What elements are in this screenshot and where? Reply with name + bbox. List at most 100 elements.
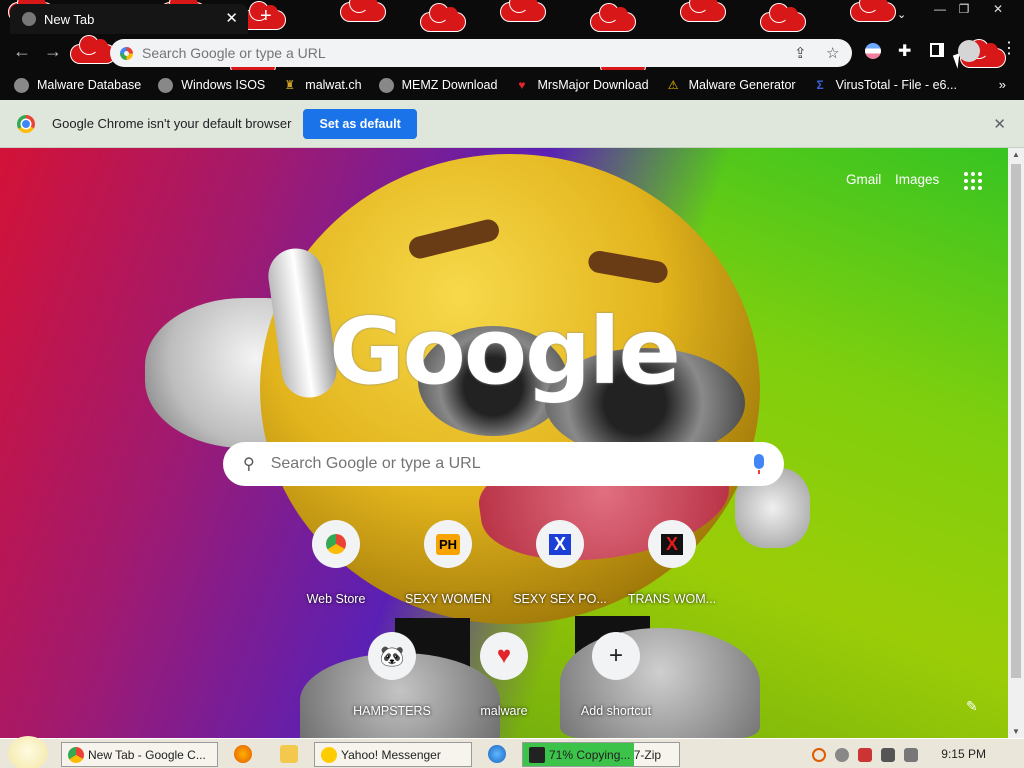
bookmark-malwatch[interactable]: ♜ malwat.ch — [282, 78, 361, 93]
back-button[interactable]: ← — [13, 41, 31, 62]
tab-search-icon[interactable]: ⌄ — [897, 8, 906, 21]
shortcut-hampsters[interactable]: 🐼 HAMPSTERS — [336, 632, 448, 718]
chrome-icon — [17, 114, 35, 133]
taskbar-item-yahoo-messenger[interactable]: Yahoo! Messenger — [314, 742, 472, 767]
vertical-scrollbar[interactable]: ▲ ▼ — [1008, 148, 1024, 738]
cloud-decoration — [590, 3, 636, 32]
shortcut-sexy-sex-po[interactable]: X SEXY SEX PO... — [504, 520, 616, 606]
scroll-down-icon[interactable]: ▼ — [1012, 727, 1020, 736]
bookmark-label: Malware Database — [37, 78, 142, 92]
close-window-button[interactable]: ✕ — [980, 0, 1016, 18]
tab-new-tab[interactable]: New Tab ✕ — [10, 4, 248, 34]
network-icon[interactable] — [881, 747, 895, 762]
bookmark-virustotal[interactable]: Σ VirusTotal - File - e6... — [813, 78, 957, 93]
shortcut-label: TRANS WOM... — [627, 592, 717, 606]
shortcut-label: malware — [480, 704, 528, 718]
toolbar: ← → ⇪ ☆ ✚ ⋮ — [0, 34, 1024, 76]
shortcut-label: SEXY SEX PO... — [513, 592, 607, 606]
security-alert-icon[interactable] — [858, 747, 872, 762]
smiley-icon[interactable] — [835, 747, 849, 762]
bookmark-mrsmajor-download[interactable]: ♥ MrsMajor Download — [514, 78, 648, 93]
bookmark-malware-generator[interactable]: ⚠ Malware Generator — [666, 78, 796, 93]
search-icon: ⚲ — [243, 456, 255, 473]
bookmark-malware-database[interactable]: Malware Database — [14, 77, 142, 93]
cloud-decoration — [340, 0, 386, 22]
forward-button[interactable]: → — [44, 41, 62, 62]
bookmarks-overflow-icon[interactable]: » — [999, 77, 1006, 92]
shortcut-trans-wom[interactable]: X TRANS WOM... — [616, 520, 728, 606]
default-browser-infobar: Google Chrome isn't your default browser… — [0, 100, 1024, 148]
bookmark-label: Malware Generator — [688, 78, 796, 92]
ntp-search-box[interactable]: ⚲ — [223, 442, 784, 486]
cloud-decoration — [680, 0, 726, 22]
edge-icon[interactable] — [488, 745, 506, 763]
bookmark-label: Windows ISOS — [181, 78, 266, 92]
shortcut-sexy-women[interactable]: PH SEXY WOMEN — [392, 520, 504, 606]
bookmark-memz-download[interactable]: MEMZ Download — [378, 77, 498, 93]
yahoo-icon — [321, 747, 337, 763]
new-tab-page: Gmail Images Google ⚲ Web Store PH SEXY … — [0, 148, 1008, 738]
infobar-close-icon[interactable]: ✕ — [993, 115, 1006, 133]
tab-title: New Tab — [44, 11, 95, 27]
taskbar-item-chrome[interactable]: New Tab - Google C... — [61, 742, 218, 767]
globe-icon — [158, 77, 174, 93]
bookmarks-bar: Malware Database Windows ISOS ♜ malwat.c… — [0, 70, 1024, 100]
ntp-search-input[interactable] — [270, 455, 711, 473]
taskbar-item-label: New Tab - Google C... — [88, 747, 206, 762]
omnibox-input[interactable] — [142, 45, 742, 61]
shortcut-malware[interactable]: ♥ malware — [448, 632, 560, 718]
start-button[interactable] — [8, 736, 48, 768]
set-as-default-button[interactable]: Set as default — [303, 108, 417, 139]
google-apps-icon[interactable] — [964, 172, 982, 190]
scrollbar-thumb[interactable] — [1011, 164, 1021, 678]
cloud-decoration — [500, 0, 546, 22]
minimize-button[interactable]: — — [928, 0, 952, 18]
sigma-icon: Σ — [816, 78, 824, 92]
side-panel-icon[interactable] — [930, 43, 944, 57]
shortcut-web-store[interactable]: Web Store — [280, 520, 392, 606]
shortcut-label: Web Store — [306, 592, 366, 606]
images-link[interactable]: Images — [895, 172, 939, 187]
chrome-icon — [68, 747, 84, 763]
bookmark-windows-isos[interactable]: Windows ISOS — [158, 77, 266, 93]
shortcut-add[interactable]: + Add shortcut — [560, 632, 672, 718]
firefox-icon[interactable] — [234, 745, 252, 763]
customize-pencil-icon[interactable]: ✎ — [966, 698, 978, 715]
system-tray — [812, 742, 1024, 767]
volume-icon[interactable] — [904, 747, 918, 762]
microphone-icon[interactable] — [754, 454, 764, 474]
taskbar-item-7zip[interactable]: 71% Copying... 7-Zip — [522, 742, 680, 767]
menu-icon[interactable]: ⋮ — [1001, 40, 1017, 58]
folder-icon[interactable] — [280, 745, 298, 763]
bookmark-label: MrsMajor Download — [537, 78, 649, 92]
screen: New Tab ✕ + ⌄ — ❐ ✕ ← → ⇪ ☆ ✚ ⋮ Malware … — [0, 0, 1024, 768]
bookmark-star-icon[interactable]: ☆ — [826, 44, 839, 62]
google-icon — [120, 46, 133, 60]
new-tab-button[interactable]: + — [260, 5, 272, 27]
bookmark-label: VirusTotal - File - e6... — [835, 78, 957, 92]
heart-icon: ♥ — [480, 632, 528, 680]
chrome-icon — [312, 520, 360, 568]
taskbar-clock: 9:15 PM — [941, 747, 986, 761]
cloud-decoration — [850, 0, 896, 22]
taskbar-item-label: 71% Copying... 7-Zip — [549, 747, 662, 762]
scroll-up-icon[interactable]: ▲ — [1012, 150, 1020, 159]
share-icon[interactable]: ⇪ — [794, 44, 807, 62]
cloud-decoration — [760, 3, 806, 32]
ph-icon: PH — [424, 520, 472, 568]
gmail-link[interactable]: Gmail — [846, 172, 881, 187]
x-red-icon: X — [648, 520, 696, 568]
omnibox[interactable]: ⇪ ☆ — [110, 39, 852, 67]
search-icon[interactable] — [812, 747, 826, 762]
heart-icon: ♥ — [518, 78, 526, 92]
warning-icon: ⚠ — [667, 78, 679, 92]
restore-button[interactable]: ❐ — [952, 0, 976, 18]
taskbar: New Tab - Google C... Yahoo! Messenger 7… — [0, 736, 1024, 768]
profile-flag-icon[interactable] — [865, 43, 881, 59]
google-logo: Google — [329, 298, 681, 405]
7zip-icon — [529, 747, 545, 763]
plus-icon: + — [592, 632, 640, 680]
tab-close-icon[interactable]: ✕ — [225, 10, 238, 28]
bookmark-label: MEMZ Download — [401, 78, 498, 92]
extensions-icon[interactable]: ✚ — [898, 43, 911, 61]
